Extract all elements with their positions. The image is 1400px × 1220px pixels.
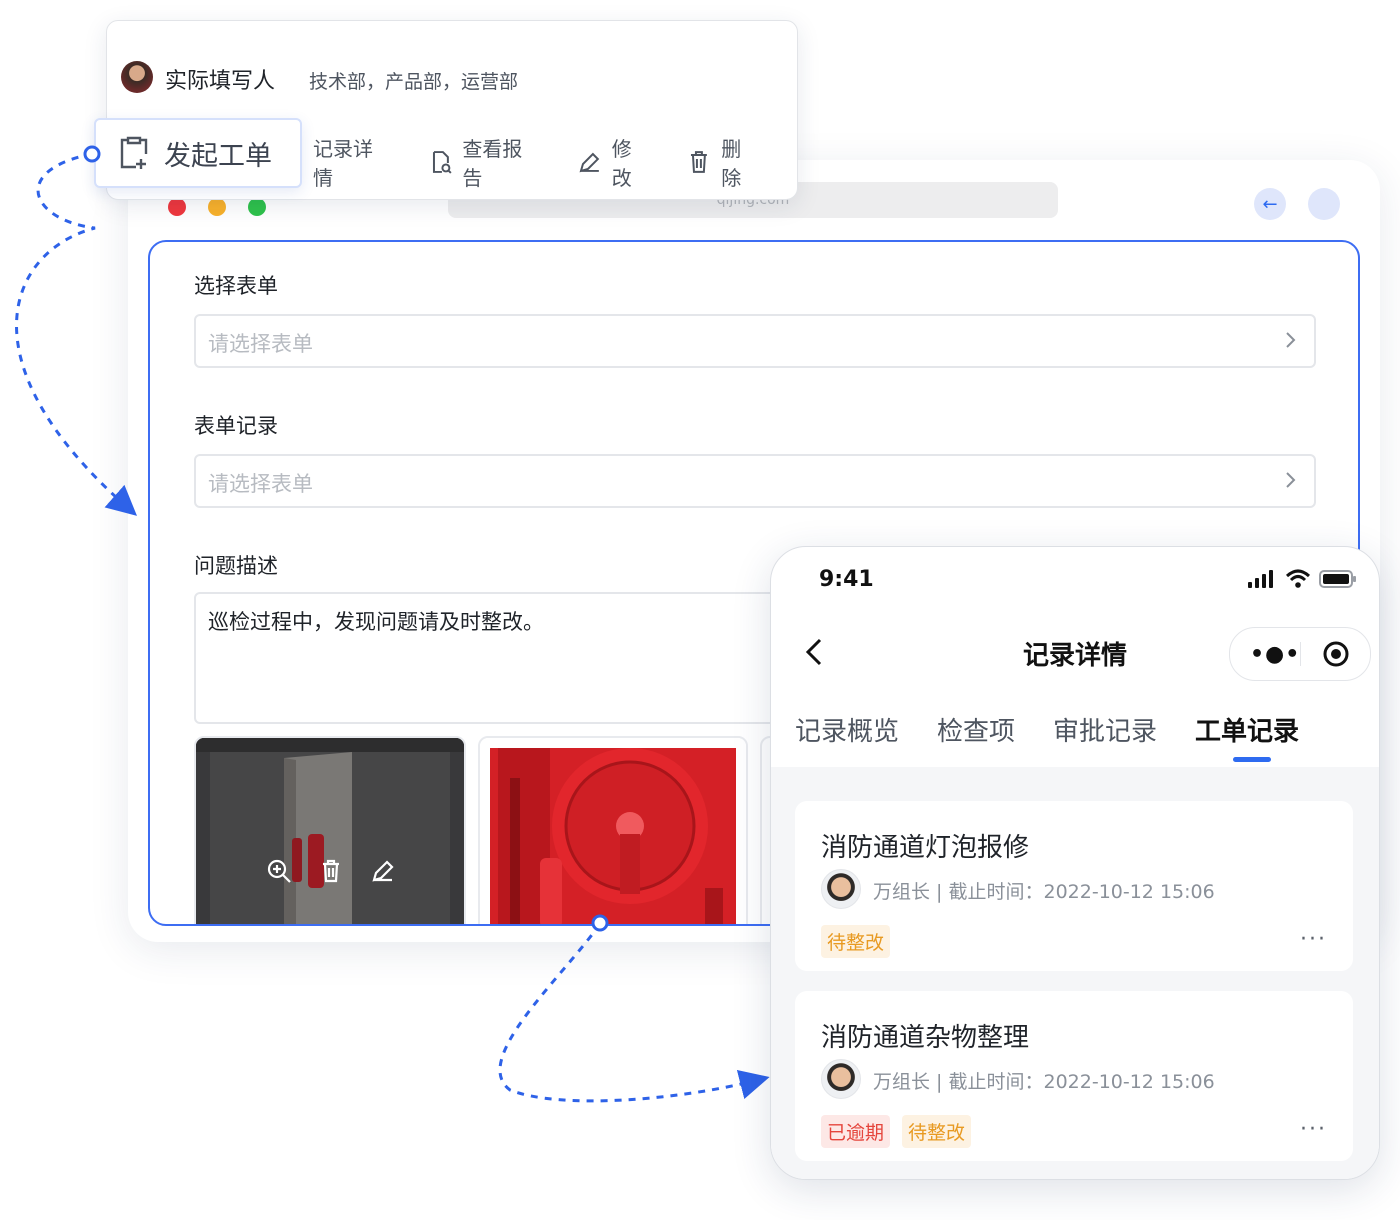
record-detail-label: 记录详情 <box>313 137 373 190</box>
file-search-icon <box>432 151 452 174</box>
tab-bar: 记录概览 检查项 审批记录 工单记录 <box>795 711 1337 762</box>
action-bar: 记录详情 查看报告 修改 删除 <box>313 133 797 191</box>
start-work-order-label: 发起工单 <box>164 140 272 172</box>
list-item[interactable]: 消防通道杂物整理 万组长 | 截止时间：2022-10-12 15:06 已逾期… <box>795 991 1353 1161</box>
avatar <box>121 61 153 93</box>
status-tags: 待整改 <box>821 925 891 958</box>
status-badge: 待整改 <box>821 925 891 958</box>
wifi-icon <box>1285 569 1311 588</box>
maximize-window-dot[interactable] <box>248 198 266 216</box>
more-options-icon[interactable]: ··· <box>1300 1117 1327 1142</box>
list-item[interactable]: 消防通道灯泡报修 万组长 | 截止时间：2022-10-12 15:06 待整改… <box>795 801 1353 971</box>
tab-approval-records[interactable]: 审批记录 <box>1053 711 1157 748</box>
capsule-divider <box>1300 642 1301 666</box>
work-order-meta: 万组长 | 截止时间：2022-10-12 15:06 <box>873 1071 1215 1093</box>
close-window-dot[interactable] <box>168 198 186 216</box>
problem-description-value: 巡检过程中，发现问题请及时整改。 <box>208 610 544 634</box>
delete-action[interactable]: 删除 <box>687 133 761 191</box>
fire-hose-image <box>480 738 746 924</box>
view-report-action[interactable]: 查看报告 <box>429 133 542 191</box>
departments-text: 技术部，产品部，运营部 <box>309 71 519 93</box>
modify-action[interactable]: 修改 <box>578 133 652 191</box>
connector-form-to-phone <box>498 923 770 1103</box>
signal-icon <box>1248 570 1273 588</box>
avatar <box>821 869 861 909</box>
back-arrow-icon[interactable]: ← <box>1254 188 1286 220</box>
work-order-meta: 万组长 | 截止时间：2022-10-12 15:06 <box>873 881 1215 903</box>
record-target-icon[interactable] <box>1322 640 1350 668</box>
status-badge: 待整改 <box>902 1115 972 1148</box>
status-icons <box>1247 569 1357 589</box>
work-order-list: 消防通道灯泡报修 万组长 | 截止时间：2022-10-12 15:06 待整改… <box>771 767 1379 1179</box>
modify-label: 修改 <box>611 137 632 190</box>
mini-program-capsule: •●• <box>1229 627 1371 681</box>
status-time: 9:41 <box>819 567 874 592</box>
tab-record-overview[interactable]: 记录概览 <box>795 711 899 748</box>
form-record-field[interactable]: 请选择表单 <box>194 454 1316 508</box>
more-dots-icon[interactable]: •●• <box>1250 642 1300 667</box>
chevron-right-icon <box>1286 332 1296 348</box>
view-report-label: 查看报告 <box>462 137 523 190</box>
fire-cabinet-image <box>196 738 464 924</box>
photo-thumbnail-cabinet[interactable] <box>194 736 466 924</box>
form-record-placeholder: 请选择表单 <box>208 472 313 496</box>
select-form-label: 选择表单 <box>194 274 278 298</box>
edit-icon <box>579 152 600 173</box>
avatar <box>821 1059 861 1099</box>
minimize-window-dot[interactable] <box>208 198 226 216</box>
connector-start-to-form <box>15 152 138 516</box>
work-order-title: 消防通道杂物整理 <box>821 1023 1030 1053</box>
mobile-record-detail: 9:41 记录详情 •●• 记录概览 检查项 审批记录 工单记录 消防通道灯泡报… <box>770 546 1380 1180</box>
status-tags: 已逾期 待整改 <box>821 1115 972 1148</box>
filler-label: 实际填写人 <box>165 69 276 94</box>
form-record-label: 表单记录 <box>194 414 278 438</box>
chevron-right-icon <box>1286 472 1296 488</box>
battery-icon <box>1319 570 1356 588</box>
more-options-icon[interactable]: ··· <box>1300 927 1327 952</box>
add-clipboard-icon <box>120 136 148 169</box>
work-order-title: 消防通道灯泡报修 <box>821 833 1030 863</box>
thumbnail-toolbar <box>266 858 396 884</box>
start-work-order-button[interactable]: 发起工单 <box>94 118 302 188</box>
profile-circle[interactable] <box>1308 188 1340 220</box>
trash-icon[interactable] <box>318 858 344 884</box>
record-detail-action[interactable]: 记录详情 <box>313 133 393 191</box>
delete-label: 删除 <box>721 137 742 190</box>
tab-work-order-records[interactable]: 工单记录 <box>1195 711 1299 762</box>
status-badge: 已逾期 <box>821 1115 891 1148</box>
edit-icon[interactable] <box>370 858 396 884</box>
photo-thumbnail-hose-reel[interactable] <box>478 736 748 924</box>
trash-icon <box>691 151 708 173</box>
zoom-in-icon[interactable] <box>266 858 292 884</box>
select-form-field[interactable]: 请选择表单 <box>194 314 1316 368</box>
problem-description-label: 问题描述 <box>194 554 278 578</box>
select-form-placeholder: 请选择表单 <box>208 332 313 356</box>
tab-check-items[interactable]: 检查项 <box>937 711 1015 748</box>
